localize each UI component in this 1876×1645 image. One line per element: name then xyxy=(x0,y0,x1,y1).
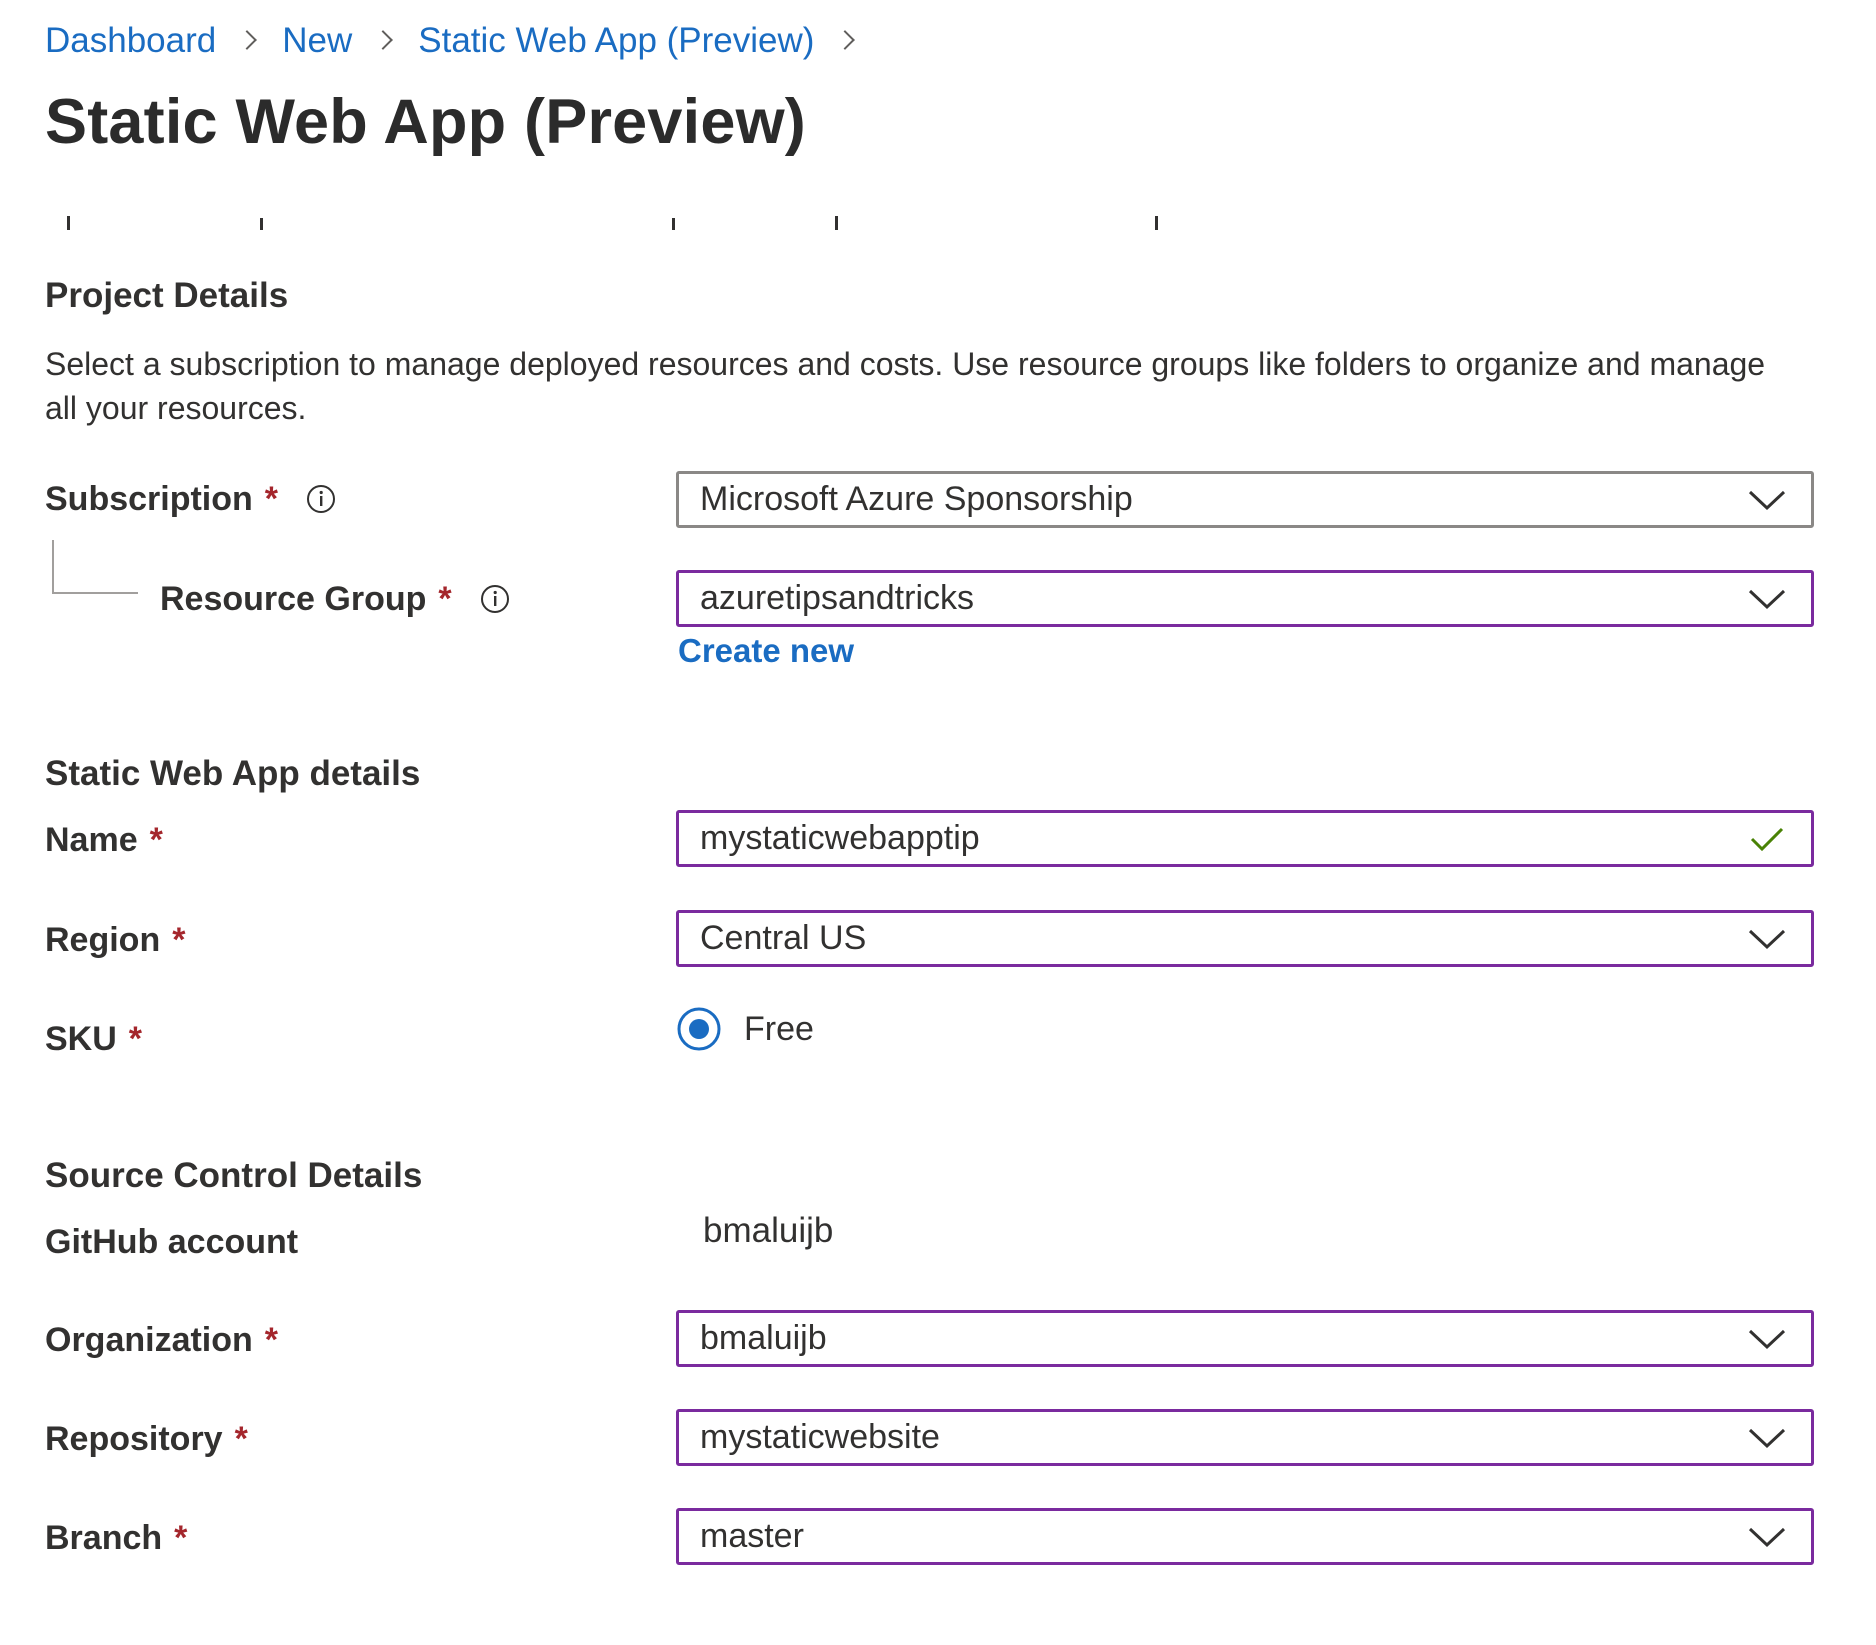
create-new-resource-group-link[interactable]: Create new xyxy=(678,632,854,670)
branch-dropdown[interactable]: master xyxy=(676,1508,1814,1565)
subscription-dropdown[interactable]: Microsoft Azure Sponsorship xyxy=(676,471,1814,528)
resource-group-label-text: Resource Group xyxy=(160,579,427,618)
branch-label-text: Branch xyxy=(45,1518,163,1557)
github-account-label-text: GitHub account xyxy=(45,1222,299,1261)
breadcrumb: Dashboard New Static Web App (Preview) xyxy=(45,18,880,64)
static-web-app-create-page: Dashboard New Static Web App (Preview) S… xyxy=(0,0,1876,1645)
sku-free-option[interactable]: Free xyxy=(676,1004,814,1054)
chevron-down-icon xyxy=(1748,1527,1786,1547)
app-details-heading: Static Web App details xyxy=(45,754,421,793)
info-icon[interactable] xyxy=(480,584,510,614)
branch-value: master xyxy=(700,1517,804,1555)
subscription-label: Subscription * xyxy=(45,476,336,522)
branch-label: Branch * xyxy=(45,1515,187,1561)
resource-group-dropdown[interactable]: azuretipsandtricks xyxy=(676,570,1814,627)
required-marker: * xyxy=(128,1019,143,1058)
name-label-text: Name xyxy=(45,820,138,859)
repository-label: Repository * xyxy=(45,1416,248,1462)
required-marker: * xyxy=(172,920,186,959)
sku-free-label: Free xyxy=(744,1009,814,1048)
scrolled-text-fragment xyxy=(45,200,1825,230)
region-dropdown[interactable]: Central US xyxy=(676,910,1814,967)
github-account-value: bmaluijb xyxy=(703,1211,834,1250)
chevron-right-icon xyxy=(374,18,394,64)
breadcrumb-static-web-app[interactable]: Static Web App (Preview) xyxy=(418,21,814,61)
radio-selected-icon[interactable] xyxy=(676,1006,722,1052)
organization-label-text: Organization xyxy=(45,1320,253,1359)
github-account-label: GitHub account xyxy=(45,1219,298,1265)
chevron-down-icon xyxy=(1748,490,1786,510)
required-marker: * xyxy=(149,820,163,859)
required-marker: * xyxy=(264,1320,279,1359)
project-details-description: Select a subscription to manage deployed… xyxy=(45,346,1766,426)
required-marker: * xyxy=(438,579,452,618)
chevron-down-icon xyxy=(1748,589,1786,609)
required-marker: * xyxy=(264,479,279,518)
chevron-down-icon xyxy=(1748,1329,1786,1349)
sku-label-text: SKU xyxy=(45,1019,117,1058)
required-marker: * xyxy=(234,1419,248,1458)
chevron-right-icon xyxy=(238,18,258,64)
region-value: Central US xyxy=(700,919,867,957)
organization-label: Organization * xyxy=(45,1317,278,1363)
repository-dropdown[interactable]: mystaticwebsite xyxy=(676,1409,1814,1466)
project-details-heading: Project Details xyxy=(45,276,289,315)
tree-connector xyxy=(52,540,138,594)
breadcrumb-dashboard[interactable]: Dashboard xyxy=(45,21,216,61)
resource-group-value: azuretipsandtricks xyxy=(700,579,975,617)
name-value: mystaticwebapptip xyxy=(700,819,980,857)
repository-value: mystaticwebsite xyxy=(700,1418,940,1456)
subscription-label-text: Subscription xyxy=(45,479,253,518)
name-input[interactable]: mystaticwebapptip xyxy=(676,810,1814,867)
subscription-value: Microsoft Azure Sponsorship xyxy=(700,480,1133,518)
repository-label-text: Repository xyxy=(45,1419,223,1458)
chevron-down-icon xyxy=(1748,1428,1786,1448)
breadcrumb-new[interactable]: New xyxy=(282,21,352,61)
region-label-text: Region xyxy=(45,920,161,959)
region-label: Region * xyxy=(45,917,185,963)
resource-group-label: Resource Group * xyxy=(160,576,510,622)
sku-label: SKU * xyxy=(45,1016,142,1062)
organization-value: bmaluijb xyxy=(700,1319,827,1357)
page-title: Static Web App (Preview) xyxy=(45,87,806,157)
organization-dropdown[interactable]: bmaluijb xyxy=(676,1310,1814,1367)
checkmark-icon xyxy=(1750,827,1784,851)
chevron-down-icon xyxy=(1748,929,1786,949)
source-control-heading: Source Control Details xyxy=(45,1156,423,1195)
chevron-right-icon xyxy=(836,18,856,64)
name-label: Name * xyxy=(45,817,163,863)
required-marker: * xyxy=(174,1518,188,1557)
info-icon[interactable] xyxy=(306,484,336,514)
